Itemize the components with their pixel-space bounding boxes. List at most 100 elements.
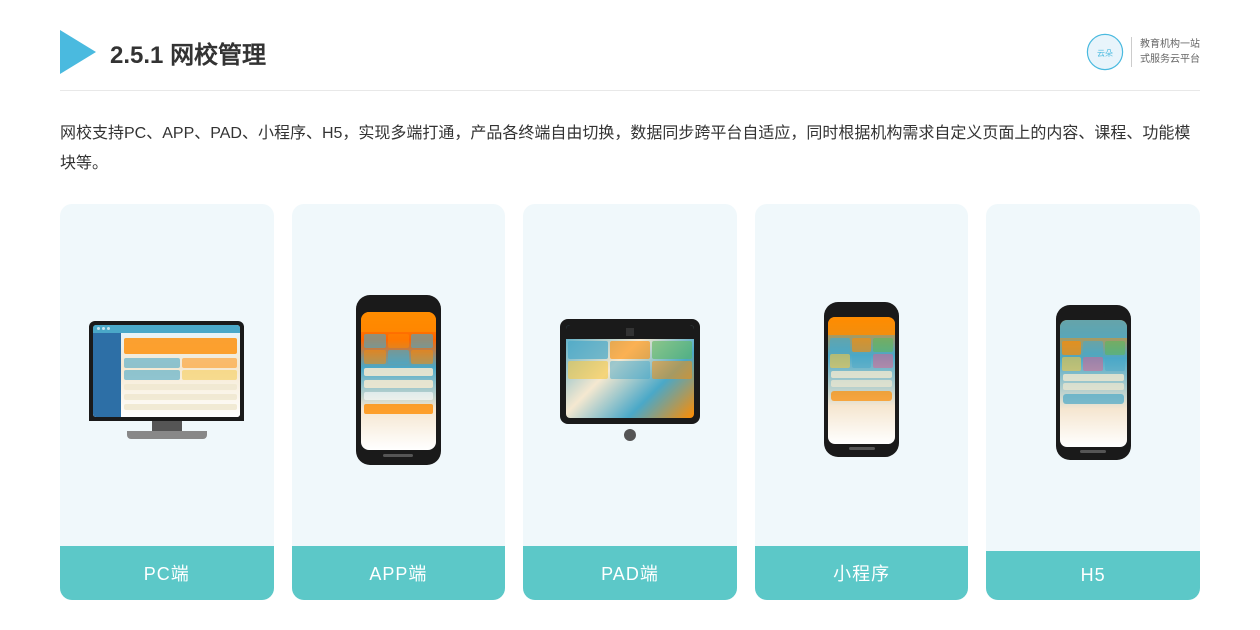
- pc-sidebar: [93, 333, 121, 417]
- h5-cell: [1105, 357, 1125, 371]
- app-grid: [364, 334, 433, 364]
- pad-cell: [652, 361, 692, 379]
- pad-cell: [610, 361, 650, 379]
- pc-item: [124, 370, 180, 380]
- pad-image-area: [523, 204, 737, 546]
- pad-cell: [568, 341, 608, 359]
- mini-cta: [831, 391, 892, 401]
- app-grid-item: [364, 350, 386, 364]
- pc-row: [124, 384, 237, 390]
- mini-cell: [873, 354, 893, 368]
- h5-phone-mockup: [1056, 305, 1131, 460]
- mini-grid: [830, 338, 893, 368]
- mini-phone-mockup: [824, 302, 899, 457]
- pc-main: [121, 333, 240, 417]
- h5-notch: [1080, 312, 1106, 317]
- pc-item: [182, 358, 238, 368]
- mini-image-area: [755, 204, 969, 546]
- app-grid-item: [364, 334, 386, 348]
- pad-top-bar: [566, 325, 694, 339]
- pc-dot: [102, 327, 105, 330]
- pad-cell: [652, 341, 692, 359]
- app-cta: [364, 404, 433, 414]
- pad-cam: [626, 328, 634, 336]
- mini-cell: [852, 338, 872, 352]
- app-phone-screen: [361, 312, 436, 450]
- app-grid-item: [388, 350, 410, 364]
- pc-dot: [97, 327, 100, 330]
- pc-image-area: [60, 204, 274, 546]
- app-phone-mockup: [356, 295, 441, 465]
- mini-home-bar: [849, 447, 875, 450]
- pad-screen: [566, 325, 694, 418]
- pad-cell: [568, 361, 608, 379]
- pc-item: [182, 370, 238, 380]
- mini-row: [831, 380, 892, 387]
- pc-screen-inner: [93, 325, 240, 417]
- pad-grid: [568, 341, 692, 379]
- app-phone-notch: [383, 303, 413, 309]
- card-pad: PAD端: [523, 204, 737, 600]
- card-pc: PC端: [60, 204, 274, 600]
- pc-bar: [93, 325, 240, 333]
- h5-cell: [1062, 341, 1082, 355]
- pc-content: [93, 333, 240, 417]
- pc-item: [124, 358, 180, 368]
- h5-row: [1063, 374, 1124, 381]
- pc-dot: [107, 327, 110, 330]
- pad-outer: [560, 319, 700, 424]
- logo-triangle-icon: [60, 30, 96, 74]
- pc-mockup: [89, 321, 244, 439]
- h5-cell: [1083, 357, 1103, 371]
- app-row: [364, 368, 433, 376]
- app-grid-item: [411, 334, 433, 348]
- brand-logo: 云朵 教育机构一站 式服务云平台: [1085, 32, 1200, 72]
- card-h5: H5: [986, 204, 1200, 600]
- mini-banner: [828, 317, 895, 335]
- mini-row: [831, 371, 892, 378]
- mini-cell: [830, 354, 850, 368]
- pad-home-btn: [624, 429, 636, 441]
- app-home-bar: [383, 454, 413, 457]
- description-text: 网校支持PC、APP、PAD、小程序、H5，实现多端打通，产品各终端自由切换，数…: [60, 119, 1200, 180]
- h5-row: [1063, 383, 1124, 390]
- page-header: 2.5.1 网校管理 云朵 教育机构一站 式服务云平台: [60, 30, 1200, 91]
- brand-tagline1: 教育机构一站: [1140, 37, 1200, 52]
- pad-label: PAD端: [523, 546, 737, 600]
- page-wrapper: 2.5.1 网校管理 云朵 教育机构一站 式服务云平台 网校支持PC、APP、P…: [0, 0, 1260, 630]
- page-title: 2.5.1 网校管理: [110, 35, 266, 70]
- mini-notch: [849, 309, 875, 314]
- h5-label: H5: [986, 551, 1200, 600]
- card-miniprogram: 小程序: [755, 204, 969, 600]
- device-cards-container: PC端: [60, 204, 1200, 600]
- app-label: APP端: [292, 546, 506, 600]
- h5-banner: [1060, 320, 1127, 338]
- mini-cell: [830, 338, 850, 352]
- pc-label: PC端: [60, 546, 274, 600]
- h5-cta: [1063, 394, 1124, 404]
- h5-cell: [1062, 357, 1082, 371]
- h5-cell: [1083, 341, 1103, 355]
- brand-text: 教育机构一站 式服务云平台: [1131, 37, 1200, 67]
- app-grid-item: [388, 334, 410, 348]
- app-image-area: [292, 204, 506, 546]
- h5-screen: [1060, 320, 1127, 447]
- brand-cloud-icon: 云朵: [1085, 32, 1125, 72]
- pad-mockup: [560, 319, 700, 441]
- mini-cell: [873, 338, 893, 352]
- app-row: [364, 380, 433, 388]
- h5-image-area: [986, 204, 1200, 551]
- h5-grid: [1062, 341, 1125, 371]
- pc-banner: [124, 338, 237, 354]
- brand-area: 云朵 教育机构一站 式服务云平台: [1085, 32, 1200, 72]
- pc-row: [124, 404, 237, 410]
- h5-home-bar: [1080, 450, 1106, 453]
- mini-label: 小程序: [755, 546, 969, 600]
- pc-neck: [152, 421, 182, 431]
- header-left: 2.5.1 网校管理: [60, 30, 266, 74]
- h5-phone-outer: [1056, 305, 1131, 460]
- brand-tagline2: 式服务云平台: [1140, 52, 1200, 67]
- app-row: [364, 392, 433, 400]
- mini-phone-outer: [824, 302, 899, 457]
- card-app: APP端: [292, 204, 506, 600]
